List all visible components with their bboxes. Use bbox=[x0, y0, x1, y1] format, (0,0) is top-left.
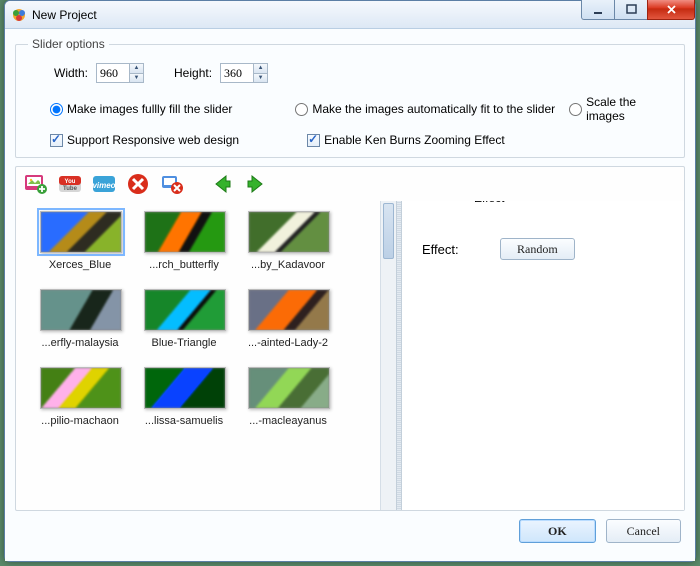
thumbnail-image[interactable] bbox=[248, 289, 330, 331]
window-title: New Project bbox=[32, 8, 97, 22]
kenburns-check[interactable]: Enable Ken Burns Zooming Effect bbox=[307, 133, 505, 147]
kenburns-checkbox-label: Enable Ken Burns Zooming Effect bbox=[324, 133, 505, 147]
thumbnail-item[interactable]: ...-ainted-Lady-2 bbox=[238, 289, 340, 349]
thumbnail-caption: ...-ainted-Lady-2 bbox=[238, 337, 338, 349]
effect-label: Effect: bbox=[422, 242, 482, 257]
fill-mode-radio-fill[interactable]: Make images fullly fill the slider bbox=[50, 102, 295, 116]
svg-text:You: You bbox=[65, 179, 76, 185]
thumbnail-image[interactable] bbox=[248, 211, 330, 253]
thumbnail-caption: ...lissa-samuelis bbox=[134, 415, 234, 427]
next-button[interactable] bbox=[242, 170, 270, 198]
width-step-up[interactable]: ▲ bbox=[130, 64, 143, 74]
tab-content: Effect: Random bbox=[402, 201, 684, 510]
thumbnail-caption: ...pilio-machaon bbox=[30, 415, 130, 427]
width-spinner[interactable]: ▲ ▼ bbox=[96, 63, 144, 83]
ok-button[interactable]: OK bbox=[519, 519, 596, 543]
scale-radio[interactable] bbox=[569, 103, 582, 116]
add-youtube-button[interactable]: YouTube bbox=[56, 170, 84, 198]
thumbnail-caption: ...by_Kadavoor bbox=[238, 259, 338, 271]
responsive-check[interactable]: Support Responsive web design bbox=[50, 133, 239, 147]
height-step-down[interactable]: ▼ bbox=[254, 74, 267, 83]
width-label: Width: bbox=[54, 66, 88, 80]
cancel-button[interactable]: Cancel bbox=[606, 519, 681, 543]
dimensions-row: Width: ▲ ▼ Height: ▲ ▼ bbox=[28, 63, 672, 83]
thumbnail-caption: ...rch_butterfly bbox=[134, 259, 234, 271]
cancel-button-label: Cancel bbox=[627, 524, 660, 538]
delete-button[interactable] bbox=[124, 170, 152, 198]
thumbnail-item[interactable]: ...-macleayanus bbox=[238, 367, 340, 427]
thumbnail-image[interactable] bbox=[40, 289, 122, 331]
thumbnail-scrollbar[interactable] bbox=[380, 201, 396, 510]
slider-options-group: Slider options Width: ▲ ▼ Height: ▲ ▼ bbox=[15, 37, 685, 158]
responsive-checkbox[interactable] bbox=[50, 134, 63, 147]
add-vimeo-button[interactable]: vimeo bbox=[90, 170, 118, 198]
window-controls bbox=[582, 0, 695, 20]
thumbnail-item[interactable]: Xerces_Blue bbox=[30, 211, 132, 271]
svg-text:vimeo: vimeo bbox=[92, 181, 115, 190]
slider-options-legend: Slider options bbox=[28, 37, 109, 51]
checks-row: Support Responsive web design Enable Ken… bbox=[28, 133, 672, 147]
toolbar: YouTube vimeo bbox=[16, 167, 684, 201]
fit-radio-label: Make the images automatically fit to the… bbox=[312, 102, 555, 116]
width-step-down[interactable]: ▼ bbox=[130, 74, 143, 83]
thumbnail-image[interactable] bbox=[40, 211, 122, 253]
thumbnail-caption: Xerces_Blue bbox=[30, 259, 130, 271]
thumbnail-image[interactable] bbox=[40, 367, 122, 409]
thumbnail-item[interactable]: ...by_Kadavoor bbox=[238, 211, 340, 271]
responsive-checkbox-label: Support Responsive web design bbox=[67, 133, 239, 147]
thumbnail-item[interactable]: Blue-Triangle bbox=[134, 289, 236, 349]
fit-radio[interactable] bbox=[295, 103, 308, 116]
scale-radio-label: Scale the images bbox=[586, 95, 672, 123]
thumbnail-panel[interactable]: Xerces_Blue ...rch_butterfly ...by_Kadavoo… bbox=[16, 201, 380, 510]
thumbs-wrap: Xerces_Blue ...rch_butterfly ...by_Kadavoo… bbox=[16, 201, 396, 510]
window-close-button[interactable] bbox=[647, 0, 695, 20]
dialog-footer: OK Cancel bbox=[15, 511, 685, 551]
dialog-body: Slider options Width: ▲ ▼ Height: ▲ ▼ bbox=[5, 29, 695, 561]
app-icon bbox=[11, 7, 27, 23]
scrollbar-thumb[interactable] bbox=[383, 203, 394, 259]
effect-random-label: Random bbox=[517, 242, 558, 256]
effect-row: Effect: Random bbox=[422, 238, 672, 260]
add-image-button[interactable] bbox=[22, 170, 50, 198]
fill-mode-radio-scale[interactable]: Scale the images bbox=[569, 95, 672, 123]
thumbnail-item[interactable]: ...lissa-samuelis bbox=[134, 367, 236, 427]
dialog-window: New Project Slider options Width: ▲ bbox=[4, 0, 696, 562]
effect-random-button[interactable]: Random bbox=[500, 238, 575, 260]
thumbnail-caption: ...erfly-malaysia bbox=[30, 337, 130, 349]
svg-text:Tube: Tube bbox=[63, 186, 78, 192]
height-step-up[interactable]: ▲ bbox=[254, 64, 267, 74]
thumbnail-item[interactable]: ...pilio-machaon bbox=[30, 367, 132, 427]
thumbnail-image[interactable] bbox=[248, 367, 330, 409]
fill-radio-label: Make images fullly fill the slider bbox=[67, 102, 232, 116]
height-label: Height: bbox=[174, 66, 212, 80]
titlebar: New Project bbox=[5, 1, 695, 29]
window-minimize-button[interactable] bbox=[581, 0, 615, 20]
thumbnail-image[interactable] bbox=[144, 289, 226, 331]
main-area: YouTube vimeo bbox=[15, 166, 685, 511]
fill-mode-radio-fit[interactable]: Make the images automatically fit to the… bbox=[295, 102, 569, 116]
window-maximize-button[interactable] bbox=[614, 0, 648, 20]
right-pane: Basic Info Transition Effect Action Info… bbox=[402, 201, 684, 510]
ok-button-label: OK bbox=[548, 524, 567, 538]
thumbnail-image[interactable] bbox=[144, 367, 226, 409]
thumbnail-image[interactable] bbox=[144, 211, 226, 253]
height-spinner[interactable]: ▲ ▼ bbox=[220, 63, 268, 83]
fill-mode-row: Make images fullly fill the slider Make … bbox=[28, 95, 672, 123]
thumbnail-caption: ...-macleayanus bbox=[238, 415, 338, 427]
thumbnail-caption: Blue-Triangle bbox=[134, 337, 234, 349]
thumbnail-item[interactable]: ...rch_butterfly bbox=[134, 211, 236, 271]
fill-radio[interactable] bbox=[50, 103, 63, 116]
thumbnail-item[interactable]: ...erfly-malaysia bbox=[30, 289, 132, 349]
prev-button[interactable] bbox=[208, 170, 236, 198]
kenburns-checkbox[interactable] bbox=[307, 134, 320, 147]
delete-all-button[interactable] bbox=[158, 170, 186, 198]
split-area: Xerces_Blue ...rch_butterfly ...by_Kadavoo… bbox=[16, 201, 684, 510]
